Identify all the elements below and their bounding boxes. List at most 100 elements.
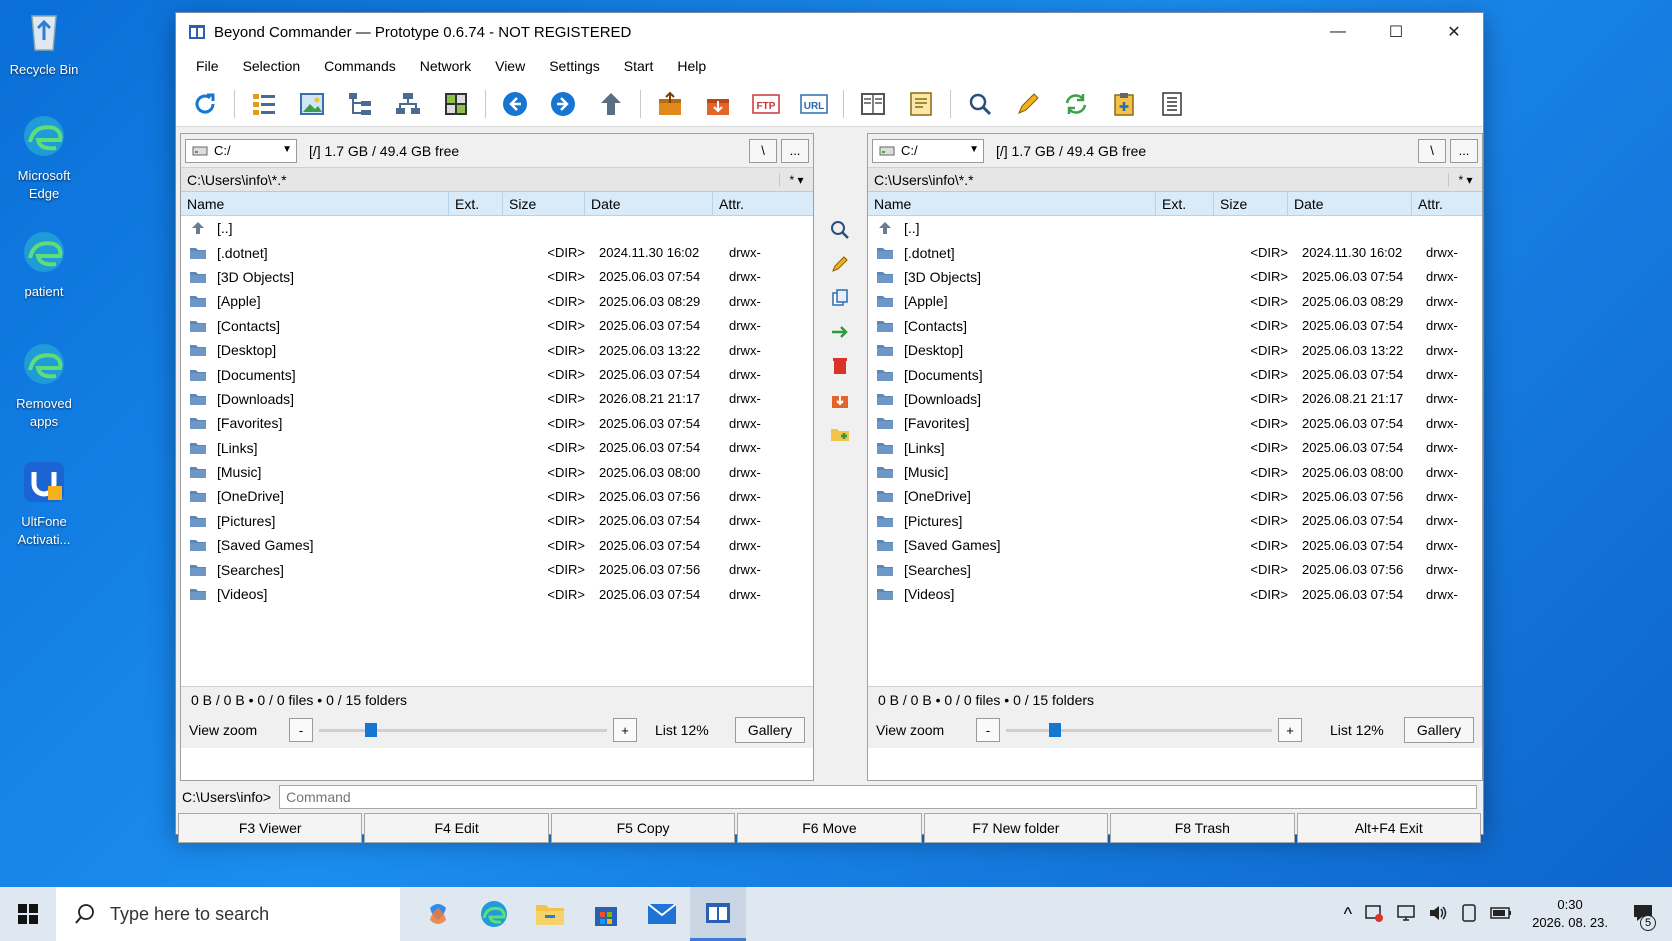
table-row[interactable]: [Downloads] <DIR> 2026.08.21 21:17 drwx- <box>868 387 1482 411</box>
current-path[interactable]: C:\Users\info\*.* <box>187 172 779 188</box>
more-button[interactable]: ... <box>781 138 809 163</box>
desktop-icon-removed-apps[interactable]: Removed apps <box>6 340 82 431</box>
menu-commands[interactable]: Commands <box>312 58 408 74</box>
drive-select[interactable]: C:/ ▼ <box>872 138 984 163</box>
table-row[interactable]: [Pictures] <DIR> 2025.06.03 07:54 drwx- <box>868 509 1482 533</box>
device-icon[interactable] <box>1460 903 1478 926</box>
col-ext[interactable]: Ext. <box>1156 192 1214 215</box>
zoom-in-button[interactable]: + <box>613 718 637 742</box>
table-row[interactable]: [Music] <DIR> 2025.06.03 08:00 drwx- <box>868 460 1482 484</box>
copy-button[interactable] <box>816 281 864 315</box>
table-row[interactable]: [3D Objects] <DIR> 2025.06.03 07:54 drwx- <box>868 265 1482 289</box>
desktop-icon-microsoft-edge[interactable]: Microsoft Edge <box>6 112 82 203</box>
zoom-slider[interactable] <box>1006 720 1272 740</box>
start-button[interactable] <box>0 904 56 924</box>
col-attr[interactable]: Attr. <box>713 192 813 215</box>
desktop-icon-ultfone[interactable]: UltFone Activati... <box>6 458 82 549</box>
col-date[interactable]: Date <box>585 192 713 215</box>
table-row[interactable]: [Desktop] <DIR> 2025.06.03 13:22 drwx- <box>868 338 1482 362</box>
store-app[interactable] <box>578 887 634 941</box>
table-row[interactable]: [Documents] <DIR> 2025.06.03 07:54 drwx- <box>181 362 813 386</box>
filter-dropdown[interactable]: * ▾ <box>1448 172 1482 187</box>
f5-copy-button[interactable]: F5 Copy <box>550 813 736 843</box>
f4-edit-button[interactable]: F4 Edit <box>364 813 549 843</box>
list-view-button[interactable] <box>245 87 283 121</box>
table-row[interactable]: [.dotnet] <DIR> 2024.11.30 16:02 drwx- <box>181 240 813 264</box>
table-row[interactable]: [Favorites] <DIR> 2025.06.03 07:54 drwx- <box>181 411 813 435</box>
gallery-button[interactable]: Gallery <box>735 717 805 743</box>
table-row[interactable]: [Desktop] <DIR> 2025.06.03 13:22 drwx- <box>181 338 813 362</box>
table-row[interactable]: [Links] <DIR> 2025.06.03 07:54 drwx- <box>868 436 1482 460</box>
edge-app[interactable] <box>466 887 522 941</box>
table-row[interactable]: [OneDrive] <DIR> 2025.06.03 07:56 drwx- <box>181 484 813 508</box>
col-name[interactable]: Name <box>181 192 449 215</box>
edit-button[interactable] <box>816 247 864 281</box>
zoom-slider[interactable] <box>319 720 607 740</box>
document-button[interactable] <box>1153 87 1191 121</box>
exit-button[interactable]: Alt+F4 Exit <box>1296 813 1481 843</box>
table-row[interactable]: [Favorites] <DIR> 2025.06.03 07:54 drwx- <box>868 411 1482 435</box>
command-input[interactable] <box>279 785 1477 809</box>
root-button[interactable]: \ <box>1418 138 1446 163</box>
sync-button[interactable] <box>1057 87 1095 121</box>
search-button[interactable] <box>961 87 999 121</box>
table-row[interactable]: [.dotnet] <DIR> 2024.11.30 16:02 drwx- <box>868 240 1482 264</box>
col-size[interactable]: Size <box>503 192 585 215</box>
table-row[interactable]: [Saved Games] <DIR> 2025.06.03 07:54 drwx- <box>868 533 1482 557</box>
image-view-button[interactable] <box>293 87 331 121</box>
zoom-slider-thumb[interactable] <box>1049 723 1061 737</box>
compare-panels-button[interactable] <box>854 87 892 121</box>
maximize-button[interactable]: ☐ <box>1367 13 1425 51</box>
table-row[interactable]: [Videos] <DIR> 2025.06.03 07:54 drwx- <box>181 582 813 606</box>
table-row[interactable]: [OneDrive] <DIR> 2025.06.03 07:56 drwx- <box>868 484 1482 508</box>
menu-file[interactable]: File <box>184 58 231 74</box>
up-button[interactable] <box>592 87 630 121</box>
table-row[interactable]: [Videos] <DIR> 2025.06.03 07:54 drwx- <box>868 582 1482 606</box>
menu-network[interactable]: Network <box>408 58 483 74</box>
thumbnails-button[interactable] <box>437 87 475 121</box>
table-row[interactable]: [Apple] <DIR> 2025.06.03 08:29 drwx- <box>868 289 1482 313</box>
zoom-out-button[interactable]: - <box>289 718 313 742</box>
table-row[interactable]: [..] <box>868 216 1482 240</box>
tree-view-button[interactable] <box>341 87 379 121</box>
table-row[interactable]: [Searches] <DIR> 2025.06.03 07:56 drwx- <box>181 557 813 581</box>
table-row[interactable]: [..] <box>181 216 813 240</box>
drive-select[interactable]: C:/ ▼ <box>185 138 297 163</box>
table-row[interactable]: [Saved Games] <DIR> 2025.06.03 07:54 drwx- <box>181 533 813 557</box>
taskbar-search[interactable]: Type here to search <box>56 887 400 941</box>
col-size[interactable]: Size <box>1214 192 1288 215</box>
menu-settings[interactable]: Settings <box>537 58 612 74</box>
minimize-button[interactable]: — <box>1309 13 1367 51</box>
col-name[interactable]: Name <box>868 192 1156 215</box>
root-button[interactable]: \ <box>749 138 777 163</box>
table-row[interactable]: [Music] <DIR> 2025.06.03 08:00 drwx- <box>181 460 813 484</box>
view-button[interactable] <box>816 213 864 247</box>
f6-move-button[interactable]: F6 Move <box>737 813 922 843</box>
network-icon[interactable] <box>1396 903 1416 926</box>
mail-app[interactable] <box>634 887 690 941</box>
desktop-icon-recycle-bin[interactable]: Recycle Bin <box>6 6 82 79</box>
menu-help[interactable]: Help <box>665 58 718 74</box>
table-row[interactable]: [Searches] <DIR> 2025.06.03 07:56 drwx- <box>868 557 1482 581</box>
chevron-up-icon[interactable]: ^ <box>1344 904 1352 925</box>
file-explorer-app[interactable] <box>522 887 578 941</box>
ftp-button[interactable]: FTP <box>747 87 785 121</box>
title-bar[interactable]: Beyond Commander — Prototype 0.6.74 - NO… <box>176 13 1483 51</box>
zoom-in-button[interactable]: + <box>1278 718 1302 742</box>
move-button[interactable] <box>816 315 864 349</box>
edit-button[interactable] <box>1009 87 1047 121</box>
more-button[interactable]: ... <box>1450 138 1478 163</box>
table-row[interactable]: [Contacts] <DIR> 2025.06.03 07:54 drwx- <box>181 314 813 338</box>
url-button[interactable]: URL <box>795 87 833 121</box>
security-icon[interactable] <box>1364 903 1384 926</box>
col-attr[interactable]: Attr. <box>1412 192 1482 215</box>
notes-button[interactable] <box>902 87 940 121</box>
table-row[interactable]: [Contacts] <DIR> 2025.06.03 07:54 drwx- <box>868 314 1482 338</box>
menu-selection[interactable]: Selection <box>231 58 313 74</box>
table-row[interactable]: [Documents] <DIR> 2025.06.03 07:54 drwx- <box>868 362 1482 386</box>
zoom-out-button[interactable]: - <box>976 718 1000 742</box>
menu-start[interactable]: Start <box>612 58 666 74</box>
current-path[interactable]: C:\Users\info\*.* <box>874 172 1448 188</box>
f7-new-folder-button[interactable]: F7 New folder <box>923 813 1109 843</box>
copilot-app[interactable] <box>410 887 466 941</box>
